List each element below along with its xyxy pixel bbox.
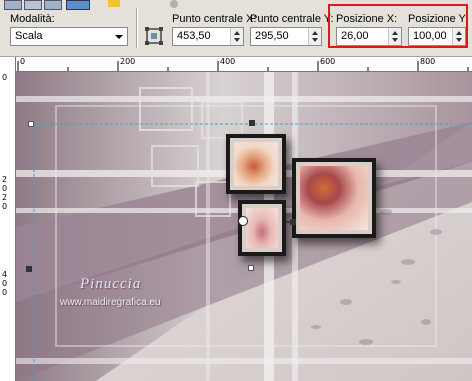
selection-handle[interactable] bbox=[248, 265, 254, 271]
chevron-down-icon bbox=[115, 35, 123, 39]
v-ruler-label: 0 bbox=[2, 184, 8, 193]
v-ruler-label: 4 bbox=[2, 270, 8, 279]
center-y-label: Punto centrale Y: bbox=[250, 13, 334, 25]
mode-icon-3[interactable] bbox=[44, 0, 62, 10]
center-x-value: 453,50 bbox=[177, 30, 211, 42]
face-closeup-image bbox=[300, 166, 368, 230]
lips-closeup-frame[interactable] bbox=[238, 200, 286, 256]
h-ruler-label: 800 bbox=[420, 57, 436, 66]
center-y-spinner[interactable] bbox=[308, 28, 321, 45]
horizontal-ruler-ticks bbox=[17, 61, 469, 71]
h-ruler-label: 200 bbox=[120, 57, 136, 66]
v-ruler-label: 0 bbox=[2, 73, 8, 82]
center-y-field[interactable]: 295,50 bbox=[250, 27, 322, 46]
mode-dropdown[interactable]: Scala bbox=[10, 27, 128, 46]
mode-icon-2[interactable] bbox=[24, 0, 42, 10]
v-ruler-label: 0 bbox=[2, 279, 8, 288]
circle-icon[interactable] bbox=[170, 0, 178, 8]
mode-icon-4[interactable] bbox=[66, 0, 90, 10]
selection-handle[interactable] bbox=[28, 121, 34, 127]
v-ruler-label: 0 bbox=[2, 288, 8, 297]
pick-tool-options-bar: Modalità: Scala Punto centrale X: 453,50… bbox=[0, 0, 472, 57]
v-ruler-label: 2 bbox=[2, 175, 8, 184]
center-x-field[interactable]: 453,50 bbox=[172, 27, 244, 46]
selection-handle[interactable] bbox=[26, 266, 32, 272]
v-ruler-label: 2 bbox=[2, 193, 8, 202]
mode-icon-1[interactable] bbox=[4, 0, 22, 10]
watermark-url: www.maidiregrafica.eu bbox=[60, 297, 161, 308]
lock-icon[interactable] bbox=[108, 0, 120, 7]
lips-closeup-image bbox=[246, 208, 278, 248]
position-highlight-box bbox=[328, 4, 468, 48]
v-ruler-label: 0 bbox=[2, 202, 8, 211]
face-closeup-frame[interactable] bbox=[292, 158, 376, 238]
pivot-point[interactable] bbox=[238, 216, 248, 226]
mode-label: Modalità: bbox=[10, 13, 55, 25]
center-x-spinner[interactable] bbox=[230, 28, 243, 45]
mode-value: Scala bbox=[15, 30, 43, 42]
horizontal-ruler[interactable]: 0 200 400 600 800 bbox=[16, 57, 472, 72]
h-ruler-label: 400 bbox=[220, 57, 236, 66]
vertical-ruler[interactable]: 0 2 0 2 0 4 0 0 bbox=[0, 57, 16, 381]
h-ruler-label: 0 bbox=[20, 57, 26, 66]
h-ruler-label: 600 bbox=[320, 57, 336, 66]
eye-closeup-image bbox=[234, 142, 278, 186]
image-canvas[interactable]: Pinuccia www.maidiregrafica.eu bbox=[16, 72, 472, 381]
toolbar-separator bbox=[136, 8, 138, 48]
rotation-handle[interactable] bbox=[290, 219, 296, 225]
eye-closeup-frame[interactable] bbox=[226, 134, 286, 194]
selection-handle[interactable] bbox=[249, 120, 255, 126]
transform-icon[interactable] bbox=[144, 26, 164, 46]
center-x-label: Punto centrale X: bbox=[172, 13, 257, 25]
center-y-value: 295,50 bbox=[255, 30, 289, 42]
watermark-title: Pinuccia bbox=[80, 276, 142, 292]
